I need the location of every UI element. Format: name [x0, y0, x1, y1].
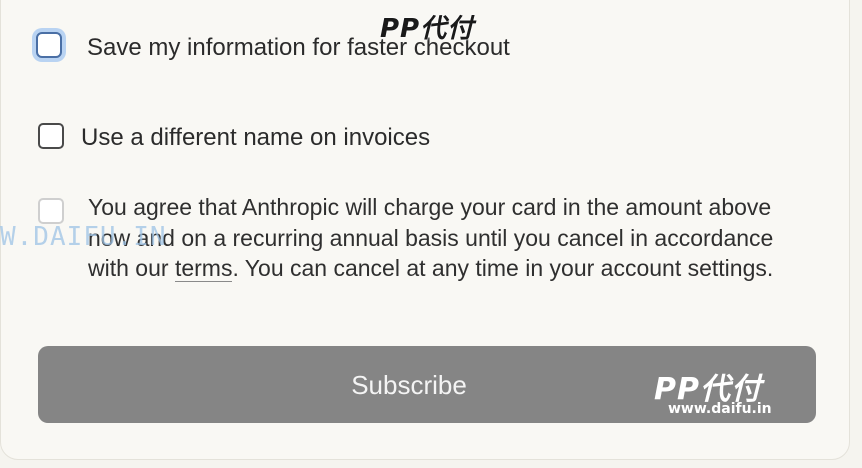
- agreement-checkbox[interactable]: [38, 198, 64, 224]
- agreement-text: You agree that Anthropic will charge you…: [88, 192, 808, 284]
- different-name-checkbox[interactable]: [38, 123, 64, 149]
- terms-link[interactable]: terms: [174, 255, 233, 282]
- watermark-logo-top: PP代付: [380, 14, 475, 44]
- agreement-text-after: . You can cancel at any time in your acc…: [232, 255, 774, 281]
- watermark-url: www.daifu.in: [668, 401, 772, 417]
- different-name-option[interactable]: Use a different name on invoices: [38, 123, 430, 153]
- different-name-label[interactable]: Use a different name on invoices: [81, 123, 430, 153]
- save-info-checkbox[interactable]: [36, 32, 62, 58]
- watermark-side-text: W.DAIFU.IN: [0, 222, 167, 252]
